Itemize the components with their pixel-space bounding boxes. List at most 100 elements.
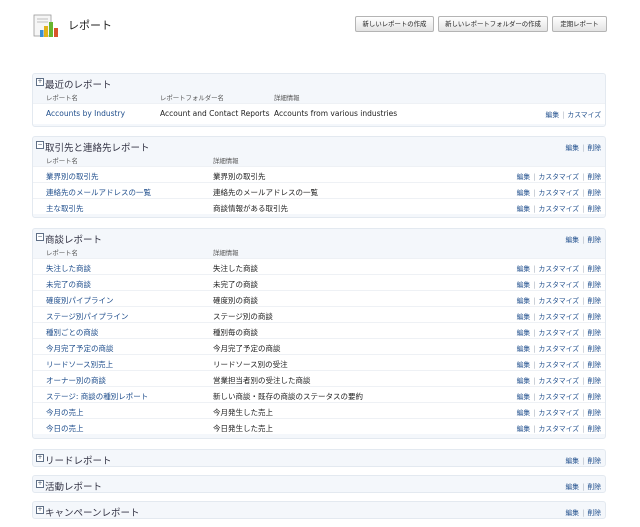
report-link[interactable]: 種別ごとの商談 [46, 327, 98, 338]
delete-link[interactable]: 削除 [587, 313, 601, 321]
customize-link[interactable]: カスマイズ [567, 111, 601, 119]
delete-link[interactable]: 削除 [587, 144, 601, 152]
expand-icon[interactable]: + [36, 506, 44, 514]
delete-link[interactable]: 削除 [587, 425, 601, 433]
customize-link[interactable]: カスタマイズ [539, 329, 580, 337]
delete-link[interactable]: 削除 [587, 265, 601, 273]
report-link[interactable]: オーナー別の商談 [46, 375, 106, 386]
table-row: リードソース別売上 リードソース別の受注 編集 | カスタマイズ | 削除 [33, 354, 605, 370]
report-description: 今日発生した売上 [213, 424, 273, 433]
customize-link[interactable]: カスタマイズ [539, 265, 580, 273]
report-link[interactable]: リードソース別売上 [46, 359, 113, 370]
report-link[interactable]: 未完了の商談 [46, 279, 91, 290]
edit-link[interactable]: 編集 [517, 281, 531, 289]
delete-link[interactable]: 削除 [587, 393, 601, 401]
delete-link[interactable]: 削除 [587, 457, 601, 465]
delete-link[interactable]: 削除 [587, 509, 601, 517]
table-row: 今月の売上 今月発生した売上 編集 | カスタマイズ | 削除 [33, 402, 605, 418]
delete-link[interactable]: 削除 [587, 329, 601, 337]
edit-link[interactable]: 編集 [517, 265, 531, 273]
page-title: レポート [68, 19, 112, 32]
customize-link[interactable]: カスタマイズ [539, 361, 580, 369]
report-link[interactable]: Accounts by Industry [46, 109, 125, 118]
report-description: 種別毎の商談 [213, 328, 258, 337]
table-row: 業界別の取引先 業界別の取引先 編集 | カスタマイズ | 削除 [33, 166, 605, 182]
report-description: 今月発生した売上 [213, 408, 273, 417]
section-title: 取引先と連絡先レポート [45, 143, 150, 154]
delete-link[interactable]: 削除 [587, 345, 601, 353]
edit-link[interactable]: 編集 [517, 297, 531, 305]
column-header: レポート名 詳細情報 [46, 157, 239, 165]
report-description: 業界別の取引先 [213, 172, 266, 181]
edit-link[interactable]: 編集 [517, 377, 531, 385]
expand-icon[interactable]: + [36, 454, 44, 462]
report-description: 連絡先のメールアドレスの一覧 [213, 188, 318, 197]
collapse-icon[interactable]: − [36, 233, 44, 241]
collapse-icon[interactable]: − [36, 141, 44, 149]
customize-link[interactable]: カスタマイズ [539, 173, 580, 181]
report-link[interactable]: 主な取引先 [46, 203, 84, 214]
delete-link[interactable]: 削除 [587, 377, 601, 385]
report-link[interactable]: ステージ: 商談の種別レポート [46, 391, 148, 402]
customize-link[interactable]: カスタマイズ [539, 425, 580, 433]
accounts-contacts-section: − 取引先と連絡先レポート 編集 | 削除 レポート名 詳細情報 業界別の取引先 業界… [32, 136, 606, 218]
delete-link[interactable]: 削除 [587, 236, 601, 244]
report-description: 確度別の商談 [213, 296, 258, 305]
table-row: オーナー別の商談 営業担当者別の受注した商談 編集 | カスタマイズ | 削除 [33, 370, 605, 386]
table-row: 連絡先のメールアドレスの一覧 連絡先のメールアドレスの一覧 編集 | カスタマイズ | 削除 [33, 182, 605, 198]
report-link[interactable]: 今日の売上 [46, 423, 84, 434]
new-report-button[interactable]: 新しいレポートの作成 [355, 16, 434, 32]
customize-link[interactable]: カスタマイズ [539, 297, 580, 305]
report-link[interactable]: 今月完了予定の商談 [46, 343, 114, 354]
customize-link[interactable]: カスタマイズ [539, 281, 580, 289]
edit-link[interactable]: 編集 [517, 393, 531, 401]
edit-link[interactable]: 編集 [566, 144, 580, 152]
scheduled-reports-button[interactable]: 定期レポート [552, 16, 607, 32]
edit-link[interactable]: 編集 [517, 205, 531, 213]
customize-link[interactable]: カスタマイズ [539, 377, 580, 385]
edit-link[interactable]: 編集 [517, 313, 531, 321]
edit-link[interactable]: 編集 [566, 509, 580, 517]
delete-link[interactable]: 削除 [587, 281, 601, 289]
edit-link[interactable]: 編集 [566, 457, 580, 465]
edit-link[interactable]: 編集 [546, 111, 560, 119]
report-link[interactable]: 確度別パイプライン [46, 295, 114, 306]
edit-link[interactable]: 編集 [566, 236, 580, 244]
delete-link[interactable]: 削除 [587, 297, 601, 305]
delete-link[interactable]: 削除 [587, 189, 601, 197]
table-row: 今日の売上 今日発生した売上 編集 | カスタマイズ | 削除 [33, 418, 605, 434]
edit-link[interactable]: 編集 [566, 483, 580, 491]
section-title: 商談レポート [45, 235, 103, 246]
delete-link[interactable]: 削除 [587, 361, 601, 369]
customize-link[interactable]: カスタマイズ [539, 345, 580, 353]
customize-link[interactable]: カスタマイズ [539, 189, 580, 197]
report-link[interactable]: 今月の売上 [46, 407, 84, 418]
new-report-folder-button[interactable]: 新しいレポートフォルダーの作成 [438, 16, 548, 32]
edit-link[interactable]: 編集 [517, 329, 531, 337]
table-row: 主な取引先 商談情報がある取引先 編集 | カスタマイズ | 削除 [33, 198, 605, 214]
delete-link[interactable]: 削除 [587, 483, 601, 491]
edit-link[interactable]: 編集 [517, 361, 531, 369]
report-description: 失注した商談 [213, 264, 258, 273]
delete-link[interactable]: 削除 [587, 205, 601, 213]
edit-link[interactable]: 編集 [517, 173, 531, 181]
customize-link[interactable]: カスタマイズ [539, 393, 580, 401]
table-row: ステージ別パイプライン ステージ別の商談 編集 | カスタマイズ | 削除 [33, 306, 605, 322]
report-link[interactable]: 業界別の取引先 [46, 171, 99, 182]
report-description: 営業担当者別の受注した商談 [213, 376, 311, 385]
customize-link[interactable]: カスタマイズ [539, 409, 580, 417]
edit-link[interactable]: 編集 [517, 189, 531, 197]
report-link[interactable]: 連絡先のメールアドレスの一覧 [46, 187, 151, 198]
edit-link[interactable]: 編集 [517, 345, 531, 353]
delete-link[interactable]: 削除 [587, 409, 601, 417]
customize-link[interactable]: カスタマイズ [539, 205, 580, 213]
report-link[interactable]: 失注した商談 [46, 263, 91, 274]
campaign-reports-section: + キャンペーンレポート 編集 | 削除 [32, 501, 606, 519]
expand-icon[interactable]: + [36, 78, 44, 86]
expand-icon[interactable]: + [36, 480, 44, 488]
edit-link[interactable]: 編集 [517, 409, 531, 417]
report-link[interactable]: ステージ別パイプライン [46, 311, 128, 322]
delete-link[interactable]: 削除 [587, 173, 601, 181]
customize-link[interactable]: カスタマイズ [539, 313, 580, 321]
edit-link[interactable]: 編集 [517, 425, 531, 433]
